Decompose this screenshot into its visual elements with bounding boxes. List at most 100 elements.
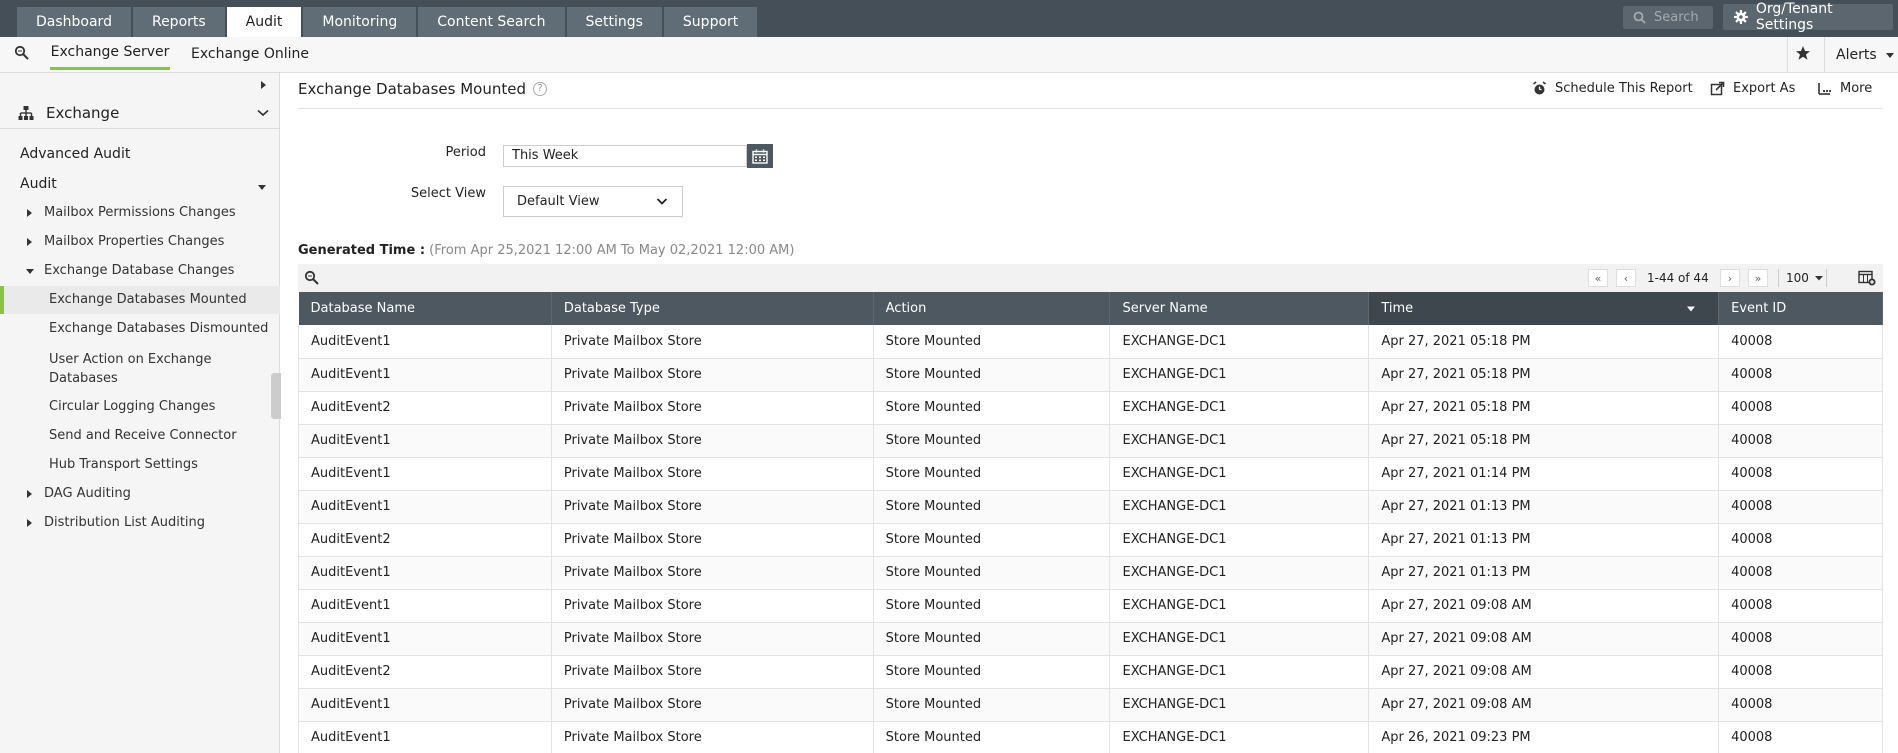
sidebar-item-hub-transport-settings[interactable]: Hub Transport Settings [0,451,280,479]
sidebar-item-distribution-list-auditing[interactable]: Distribution List Auditing [0,509,280,537]
sidebar-item-exchange-database-changes[interactable]: Exchange Database Changes [0,257,280,285]
column-header-database-name[interactable]: Database Name [298,292,552,325]
grid-search-icon[interactable] [304,270,320,286]
sidebar-item-circular-logging-changes[interactable]: Circular Logging Changes [0,393,280,421]
tab-support[interactable]: Support [663,7,758,37]
tab-settings[interactable]: Settings [566,7,662,37]
view-select[interactable]: Default View [503,186,683,217]
star-icon[interactable] [1795,45,1811,65]
table-row[interactable]: AuditEvent1 Private Mailbox Store Store Mo… [298,325,1883,359]
cell-database-type: Private Mailbox Store [551,391,874,425]
chevron-right-icon [27,519,32,527]
cell-database-type: Private Mailbox Store [551,556,874,590]
table-row[interactable]: AuditEvent2 Private Mailbox Store Store Mo… [298,391,1883,425]
table-body: AuditEvent1 Private Mailbox Store Store Mo… [298,325,1883,753]
table-row[interactable]: AuditEvent1 Private Mailbox Store Store Mo… [298,721,1883,753]
chevron-down-icon [257,109,269,117]
table-row[interactable]: AuditEvent1 Private Mailbox Store Store Mo… [298,358,1883,392]
caret-down-icon [1814,276,1823,281]
column-header-database-type[interactable]: Database Type [551,292,874,325]
cell-server-name: EXCHANGE-DC1 [1109,688,1370,722]
sidebar-item-advanced-audit[interactable]: Advanced Audit [0,81,280,169]
table-row[interactable]: AuditEvent1 Private Mailbox Store Store Mo… [298,556,1883,590]
table-row[interactable]: AuditEvent1 Private Mailbox Store Store Mo… [298,424,1883,458]
cell-server-name: EXCHANGE-DC1 [1109,490,1370,524]
cell-action: Store Mounted [873,490,1111,524]
column-header-event-id[interactable]: Event ID [1718,292,1883,325]
column-header-server-name[interactable]: Server Name [1109,292,1370,325]
sidebar-item-exchange-databases-dismounted[interactable]: Exchange Databases Dismounted [0,315,280,343]
cell-database-type: Private Mailbox Store [551,325,874,359]
select-view-label: Select View [410,186,486,201]
sidebar-item-label: DAG Auditing [44,486,131,501]
next-page-button[interactable]: › [1720,269,1740,287]
cell-database-type: Private Mailbox Store [551,490,874,524]
table-row[interactable]: AuditEvent2 Private Mailbox Store Store Mo… [298,523,1883,557]
alerts-dropdown[interactable]: Alerts [1836,37,1897,73]
divider [1826,269,1827,287]
column-header-time[interactable]: Time [1368,292,1720,325]
more-icon [1818,83,1832,95]
period-input[interactable]: This Week [503,145,747,167]
last-page-button[interactable]: » [1748,269,1768,287]
sidebar-item-label: User Action on Exchange Databases [49,352,212,386]
sidebar-item-audit[interactable]: Audit [0,171,280,199]
sidebar-item-mailbox-permissions-changes[interactable]: Mailbox Permissions Changes [0,199,280,227]
gear-icon [1734,10,1748,24]
cell-time: Apr 27, 2021 01:14 PM [1368,457,1720,491]
chevron-right-icon [27,209,32,217]
tab-reports[interactable]: Reports [132,7,225,37]
cell-action: Store Mounted [873,391,1111,425]
export-as-button[interactable]: Export As [1710,81,1795,96]
table-row[interactable]: AuditEvent1 Private Mailbox Store Store Mo… [298,622,1883,656]
chevron-right-icon [27,238,32,246]
chevron-down-icon [258,185,266,190]
global-search-input[interactable]: Search [1623,6,1713,29]
sidebar: Exchange Advanced Audit Audit Mailbox Pe… [0,73,281,753]
table-row[interactable]: AuditEvent2 Private Mailbox Store Store Mo… [298,655,1883,689]
tab-audit[interactable]: Audit [226,7,302,37]
column-header-time-label: Time [1381,301,1414,316]
column-chooser-icon[interactable] [1858,270,1876,286]
tab-monitoring[interactable]: Monitoring [303,7,417,37]
sidebar-item-user-action-on-exchange-databases[interactable]: User Action on Exchange Databases [0,344,280,392]
table-row[interactable]: AuditEvent1 Private Mailbox Store Store Mo… [298,490,1883,524]
tab-exchange-server[interactable]: Exchange Server [50,37,170,70]
tab-content-search[interactable]: Content Search [418,7,565,37]
sidebar-item-exchange-databases-mounted[interactable]: Exchange Databases Mounted [0,286,280,314]
cell-action: Store Mounted [873,688,1111,722]
org-tenant-settings-button[interactable]: Org/Tenant Settings [1723,1,1893,33]
table-row[interactable]: AuditEvent1 Private Mailbox Store Store Mo… [298,457,1883,491]
more-button[interactable]: More [1817,81,1872,96]
sidebar-collapse-handle[interactable] [271,373,281,419]
help-icon[interactable]: ? [533,82,547,96]
sidebar-item-send-and-receive-connector[interactable]: Send and Receive Connector [0,422,280,450]
schedule-report-button[interactable]: Schedule This Report [1532,81,1693,96]
cell-time: Apr 27, 2021 05:18 PM [1368,424,1720,458]
first-page-button[interactable]: « [1588,269,1608,287]
sidebar-header-exchange[interactable]: Exchange [0,88,280,138]
sort-desc-icon [1687,306,1696,312]
table-row[interactable]: AuditEvent1 Private Mailbox Store Store Mo… [298,589,1883,623]
column-header-action[interactable]: Action [873,292,1111,325]
sub-search-icon[interactable] [14,45,30,65]
cell-server-name: EXCHANGE-DC1 [1109,523,1370,557]
cell-event-id: 40008 [1718,424,1883,458]
calendar-button[interactable] [747,144,773,168]
sidebar-item-label: Hub Transport Settings [49,457,198,472]
page-size-select[interactable]: 100 [1786,269,1825,287]
sidebar-item-mailbox-properties-changes[interactable]: Mailbox Properties Changes [0,228,280,256]
cell-database-type: Private Mailbox Store [551,688,874,722]
cell-database-type: Private Mailbox Store [551,721,874,753]
generated-time: Generated Time : (From Apr 25,2021 12:00… [298,243,794,258]
table-row[interactable]: AuditEvent1 Private Mailbox Store Store Mo… [298,688,1883,722]
cell-database-name: AuditEvent1 [298,721,552,753]
table-header-row: Database Name Database Type Action Serve… [298,292,1883,325]
sidebar-item-label: Circular Logging Changes [49,399,216,414]
tab-exchange-online[interactable]: Exchange Online [191,37,309,70]
tab-dashboard[interactable]: Dashboard [17,7,131,37]
cell-time: Apr 27, 2021 05:18 PM [1368,325,1720,359]
cell-server-name: EXCHANGE-DC1 [1109,556,1370,590]
sidebar-item-dag-auditing[interactable]: DAG Auditing [0,480,280,508]
prev-page-button[interactable]: ‹ [1616,269,1636,287]
